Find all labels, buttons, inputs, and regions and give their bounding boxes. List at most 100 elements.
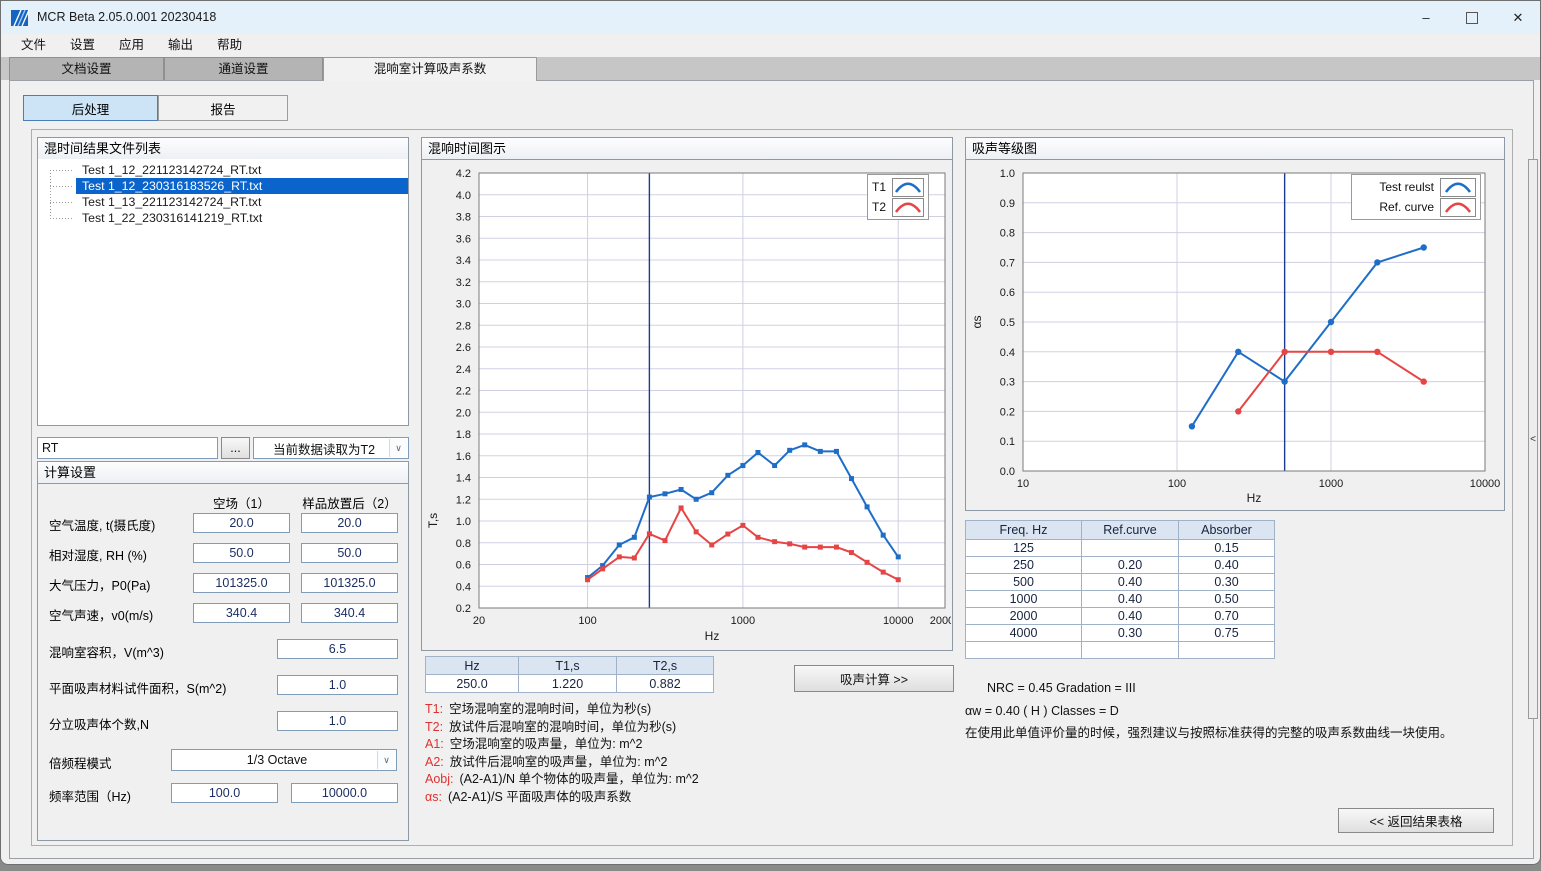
svg-text:Hz: Hz	[1247, 491, 1262, 505]
humidity-field-1[interactable]	[193, 543, 290, 563]
svg-text:20000: 20000	[930, 615, 951, 627]
pressure-field-1[interactable]	[193, 573, 290, 593]
svg-text:3.2: 3.2	[456, 277, 471, 289]
data-read-combo-value: 当前数据读取为T2	[273, 439, 375, 458]
close-button[interactable]: ✕	[1495, 1, 1541, 34]
file-list-item[interactable]: Test 1_12_221123142724_RT.txt	[76, 162, 408, 178]
file-list-item-selected[interactable]: Test 1_12_230316183526_RT.txt	[76, 178, 408, 194]
svg-text:10000: 10000	[1470, 478, 1501, 490]
svg-text:0.2: 0.2	[456, 603, 471, 615]
file-list-item[interactable]: Test 1_22_230316141219_RT.txt	[76, 210, 408, 226]
svg-text:0.6: 0.6	[456, 560, 471, 572]
humidity-label: 相对湿度, RH (%)	[49, 545, 147, 564]
legend-entry-t1[interactable]: T1	[872, 177, 924, 197]
absorption-calc-button[interactable]: 吸声计算 >>	[794, 665, 954, 692]
absorption-table-row[interactable]	[966, 642, 1275, 659]
svg-text:100: 100	[578, 615, 596, 627]
sound-speed-label: 空气声速，v0(m/s)	[49, 605, 153, 624]
maximize-button[interactable]	[1449, 1, 1495, 34]
svg-text:0.8: 0.8	[1000, 228, 1015, 240]
svg-text:0.6: 0.6	[1000, 287, 1015, 299]
temperature-field-2[interactable]	[301, 513, 398, 533]
data-read-combo[interactable]: 当前数据读取为T2 ∨	[253, 437, 409, 459]
menu-bar: 文件 设置 应用 输出 帮助	[1, 34, 1541, 57]
freq-range-from-field[interactable]	[171, 783, 278, 803]
humidity-field-2[interactable]	[301, 543, 398, 563]
volume-field[interactable]	[277, 639, 398, 659]
annotation-block: T1:空场混响室的混响时间，单位为秒(s) T2:放试件后混响室的混响时间，单位…	[425, 701, 699, 807]
svg-text:2.8: 2.8	[456, 320, 471, 332]
minimize-button[interactable]: –	[1403, 1, 1449, 34]
collapse-left-icon: <	[1530, 434, 1536, 445]
octave-mode-combo[interactable]: 1/3 Octave ∨	[171, 749, 397, 771]
close-icon: ✕	[1513, 10, 1524, 26]
svg-text:0.5: 0.5	[1000, 317, 1015, 329]
svg-text:20: 20	[473, 615, 485, 627]
octave-mode-value: 1/3 Octave	[247, 753, 307, 767]
menu-settings[interactable]: 设置	[58, 34, 107, 57]
nrc-result: NRC = 0.45 Gradation = III	[987, 681, 1136, 695]
legend-entry-t2[interactable]: T2	[872, 197, 924, 217]
absorption-table-row[interactable]: 10000.400.50	[966, 591, 1275, 608]
absorption-table-row[interactable]: 5000.400.30	[966, 574, 1275, 591]
svg-text:0.1: 0.1	[1000, 436, 1015, 448]
maximize-icon	[1466, 12, 1478, 24]
absorption-table-row[interactable]: 2500.200.40	[966, 557, 1275, 574]
rt-name-input[interactable]	[37, 437, 218, 459]
svg-text:0.4: 0.4	[456, 581, 471, 593]
pressure-field-2[interactable]	[301, 573, 398, 593]
t1-curve-icon	[892, 178, 924, 197]
tab-channel-settings[interactable]: 通道设置	[164, 57, 323, 80]
grade-chart-title: 吸声等级图	[966, 138, 1504, 160]
tab-reverb-absorption[interactable]: 混响室计算吸声系数	[323, 57, 537, 81]
test-result-curve-icon	[1440, 178, 1476, 197]
menu-apply[interactable]: 应用	[107, 34, 156, 57]
file-list-item[interactable]: Test 1_13_221123142724_RT.txt	[76, 194, 408, 210]
temperature-field-1[interactable]	[193, 513, 290, 533]
svg-text:0.8: 0.8	[456, 538, 471, 550]
rt-chart-legend: T1 T2	[867, 174, 929, 220]
absorption-table-row[interactable]: 1250.15	[966, 540, 1275, 557]
ref-curve-icon	[1440, 198, 1476, 217]
svg-text:1000: 1000	[731, 615, 755, 627]
sound-speed-field-1[interactable]	[193, 603, 290, 623]
svg-text:4.0: 4.0	[456, 190, 471, 202]
absorption-table-row[interactable]: 40000.300.75	[966, 625, 1275, 642]
svg-text:4.2: 4.2	[456, 168, 471, 180]
absorber-count-field[interactable]	[277, 711, 398, 731]
svg-text:0.3: 0.3	[1000, 377, 1015, 389]
sound-speed-field-2[interactable]	[301, 603, 398, 623]
svg-text:1.8: 1.8	[456, 429, 471, 441]
freq-range-to-field[interactable]	[291, 783, 398, 803]
svg-text:10: 10	[1017, 478, 1029, 490]
menu-file[interactable]: 文件	[9, 34, 58, 57]
file-list-title: 混时间结果文件列表	[38, 138, 408, 160]
absorption-table-row[interactable]: 20000.400.70	[966, 608, 1275, 625]
postprocess-button[interactable]: 后处理	[23, 95, 158, 121]
svg-text:3.0: 3.0	[456, 299, 471, 311]
svg-text:0.9: 0.9	[1000, 198, 1015, 210]
svg-text:0.0: 0.0	[1000, 466, 1015, 478]
back-to-results-button[interactable]: << 返回结果表格	[1338, 808, 1494, 833]
legend-entry-ref-curve[interactable]: Ref. curve	[1356, 197, 1476, 217]
report-button[interactable]: 报告	[158, 95, 288, 121]
svg-text:1.6: 1.6	[456, 451, 471, 463]
calc-settings-title: 计算设置	[38, 462, 408, 484]
legend-entry-test-result[interactable]: Test reulst	[1356, 177, 1476, 197]
title-bar: MCR Beta 2.05.0.001 20230418 – ✕	[1, 1, 1541, 34]
svg-text:0.7: 0.7	[1000, 257, 1015, 269]
column-header-empty-room: 空场（1）	[193, 493, 290, 512]
svg-text:αs: αs	[970, 316, 984, 329]
menu-output[interactable]: 输出	[156, 34, 205, 57]
rt-table-header-row: Hz T1,s T2,s	[426, 657, 714, 675]
browse-button[interactable]: ...	[221, 437, 250, 459]
menu-help[interactable]: 帮助	[205, 34, 254, 57]
collapse-panel-handle[interactable]: <	[1528, 159, 1538, 719]
sample-area-field[interactable]	[277, 675, 398, 695]
tab-document-settings[interactable]: 文档设置	[9, 57, 164, 80]
rt-chart[interactable]: 0.20.40.60.81.01.21.41.61.82.02.22.42.62…	[423, 159, 951, 649]
svg-text:1.0: 1.0	[456, 516, 471, 528]
svg-text:2.2: 2.2	[456, 386, 471, 398]
svg-text:2.4: 2.4	[456, 364, 471, 376]
rt-table-row[interactable]: 250.0 1.220 0.882	[426, 675, 714, 693]
